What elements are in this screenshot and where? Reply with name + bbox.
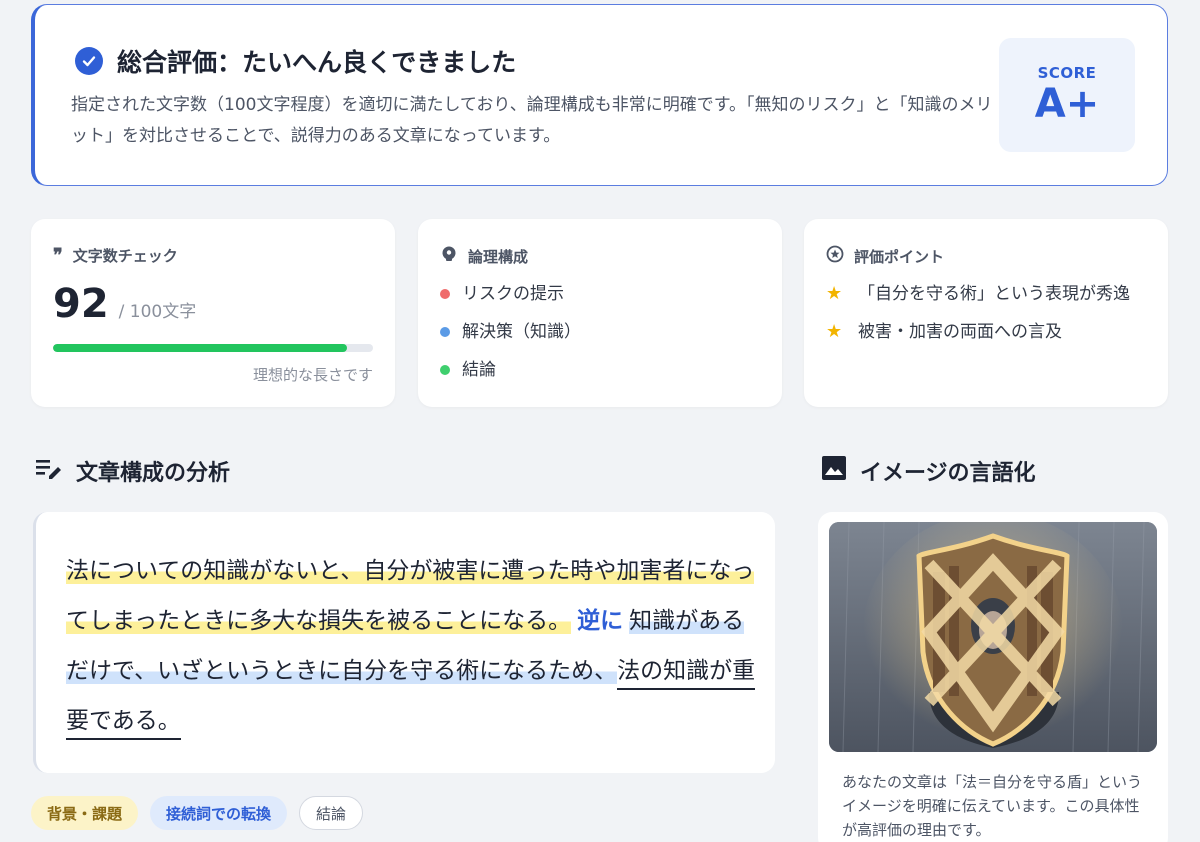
list-item: リスクの提示 [440, 281, 581, 307]
points-list: ★ 「自分を守る術」という表現が秀逸 ★ 被害・加害の両面への言及 [826, 281, 1148, 357]
blue-dot-icon [440, 327, 450, 337]
logic-title: 論理構成 [468, 247, 529, 266]
summary-title-row: 総合評価：たいへん良くできました [75, 43, 516, 79]
points-title: 評価ポイント [854, 247, 945, 266]
image-caption: あなたの文章は「法＝自分を守る盾」というイメージを明確に伝えています。この具体性… [842, 773, 1143, 839]
logic-card: 論理構成 リスクの提示 解決策（知識） 結論 [418, 219, 782, 407]
logic-list: リスクの提示 解決策（知識） 結論 [440, 281, 581, 395]
star-circle-icon [826, 245, 844, 267]
image-icon [822, 456, 846, 486]
red-dot-icon [440, 289, 450, 299]
notes-icon [36, 457, 62, 485]
char-count-row: 92 / 100文字 [53, 281, 196, 327]
star-icon: ★ [826, 321, 843, 342]
char-count-progress [53, 344, 373, 352]
image-section-title: イメージの言語化 [860, 461, 1036, 486]
list-item: 解決策（知識） [440, 319, 581, 345]
check-circle-icon [75, 47, 103, 75]
list-item: ★ 被害・加害の両面への言及 [826, 319, 1148, 345]
analysis-title: 文章構成の分析 [76, 461, 231, 486]
analysis-text: 法についての知識がないと、自分が被害に遭った時や加害者になってしまったときに多大… [66, 546, 756, 746]
shield-illustration [829, 522, 1157, 752]
star-icon: ★ [826, 283, 843, 304]
tag-conclusion: 結論 [299, 796, 364, 830]
summary-card: 総合評価：たいへん良くできました 指定された文字数（100文字程度）を適切に満た… [31, 4, 1168, 186]
image-card: あなたの文章は「法＝自分を守る盾」というイメージを明確に伝えています。この具体性… [818, 512, 1168, 842]
image-heading: イメージの言語化 [822, 455, 1036, 487]
score-value: A+ [1034, 81, 1100, 127]
char-count-note: 理想的な長さです [252, 366, 373, 384]
analysis-card: 法についての知識がないと、自分が被害に遭った時や加害者になってしまったときに多大… [33, 512, 775, 773]
score-box: SCORE A+ [999, 38, 1135, 152]
quote-icon: ❞ [53, 245, 63, 266]
char-count-card: ❞ 文字数チェック 92 / 100文字 理想的な長さです [31, 219, 395, 407]
list-item: 結論 [440, 357, 581, 383]
tag-conjunction: 接続詞での転換 [150, 796, 288, 830]
analysis-heading: 文章構成の分析 [36, 455, 230, 487]
char-count-total: / 100文字 [118, 302, 197, 322]
analysis-conjunction: 逆に [577, 608, 624, 634]
char-count-title: 文字数チェック [72, 247, 178, 265]
green-dot-icon [440, 365, 450, 375]
char-count-header: ❞ 文字数チェック [53, 245, 178, 266]
score-label: SCORE [1037, 64, 1097, 82]
list-item: ★ 「自分を守る術」という表現が秀逸 [826, 281, 1148, 307]
char-count-value: 92 [53, 281, 109, 327]
points-header: 評価ポイント [826, 245, 944, 267]
tag-background: 背景・課題 [31, 796, 139, 830]
points-card: 評価ポイント ★ 「自分を守る術」という表現が秀逸 ★ 被害・加害の両面への言及 [804, 219, 1168, 407]
analysis-tags: 背景・課題 接続詞での転換 結論 [31, 796, 364, 830]
summary-text: 指定された文字数（100文字程度）を適切に満たしており、論理構成も非常に明確です… [71, 95, 993, 146]
char-count-progress-fill [53, 344, 348, 352]
logic-header: 論理構成 [440, 245, 528, 267]
brain-icon [440, 245, 458, 267]
summary-title: 総合評価：たいへん良くできました [117, 48, 517, 77]
